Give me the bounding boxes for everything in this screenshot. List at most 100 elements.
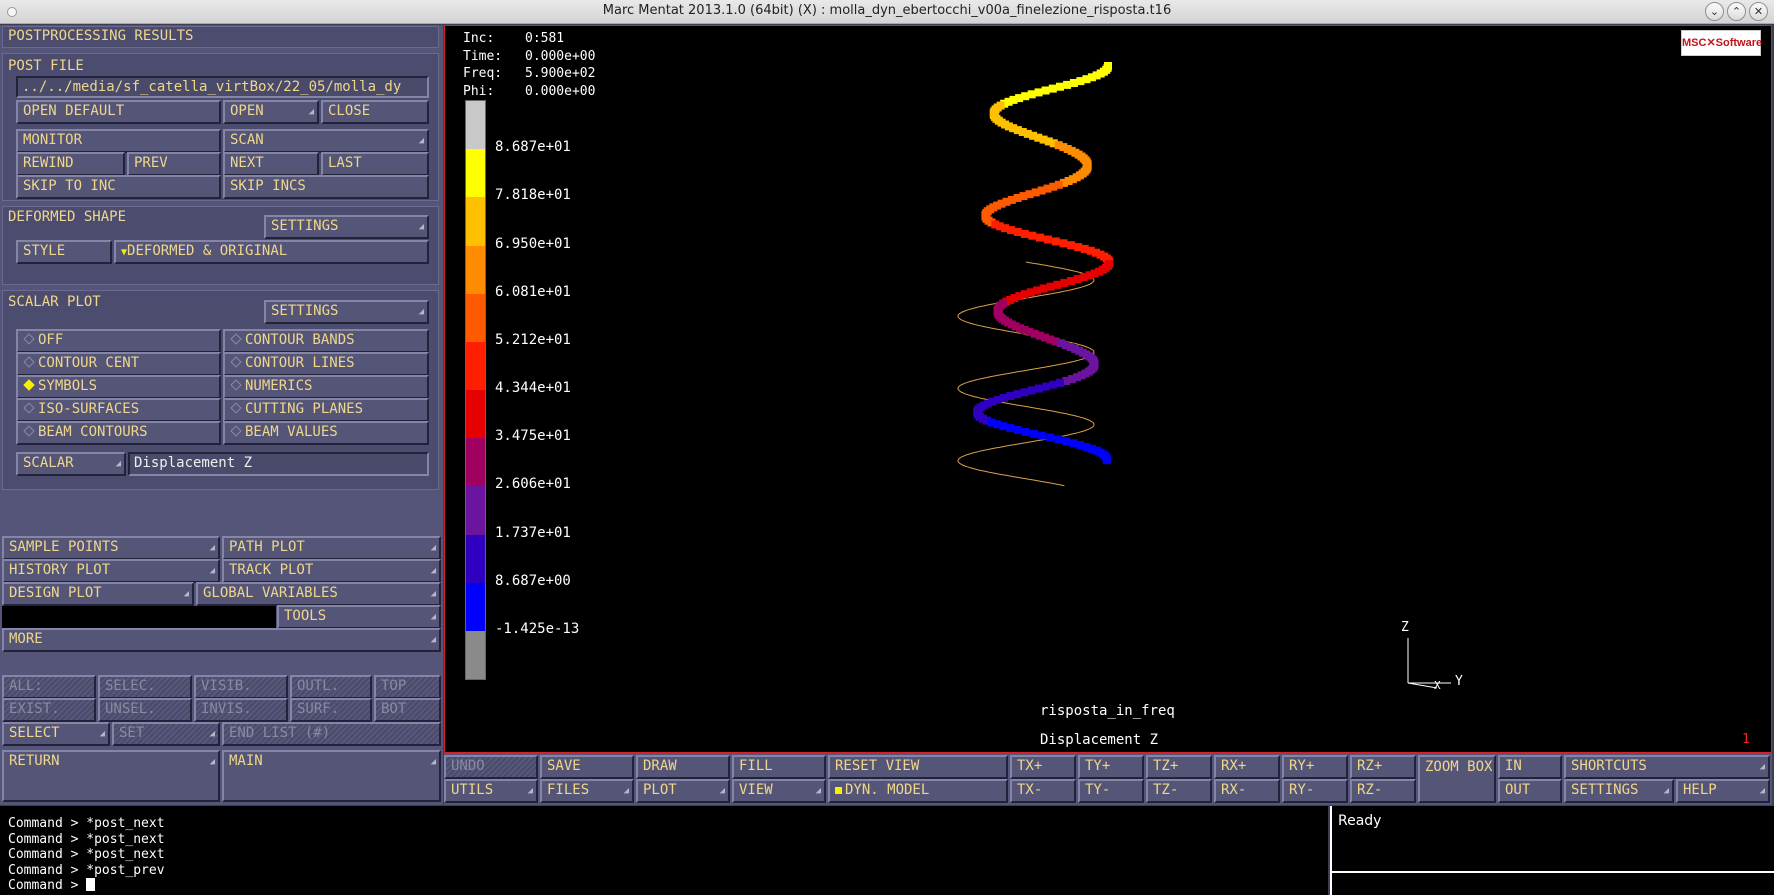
track-plot-button[interactable]: TRACK PLOT ◢ <box>222 559 441 583</box>
rx-minus-button[interactable]: RX- <box>1214 779 1280 803</box>
more-button[interactable]: MORE ◢ <box>2 628 441 652</box>
numerics-radio[interactable]: NUMERICS <box>223 375 429 399</box>
node-symbol <box>1049 380 1058 389</box>
maximize-button[interactable]: ⌃ <box>1727 2 1746 21</box>
rz-minus-button[interactable]: RZ- <box>1350 779 1416 803</box>
monitor-button[interactable]: MONITOR <box>16 129 221 153</box>
view-button[interactable]: VIEW ◢ <box>732 779 826 803</box>
iso-surfaces-radio[interactable]: ISO-SURFACES <box>16 398 221 422</box>
scalar-settings-button[interactable]: SETTINGS ◢ <box>264 300 429 324</box>
contour-cent-radio[interactable]: CONTOUR CENT <box>16 352 221 376</box>
open-button[interactable]: OPEN ◢ <box>223 100 319 124</box>
ry-minus-button[interactable]: RY- <box>1282 779 1348 803</box>
post-file-path-field[interactable]: ../../media/sf_catella_virtBox/22_05/mol… <box>16 76 429 98</box>
node-symbol <box>1063 80 1072 89</box>
node-symbol <box>1048 84 1057 93</box>
tx-minus-button[interactable]: TX- <box>1010 779 1076 803</box>
utils-button[interactable]: UTILS ◢ <box>444 779 538 803</box>
zoom-out-button[interactable]: OUT <box>1498 779 1562 803</box>
close-button[interactable]: CLOSE <box>321 100 429 124</box>
fill-button[interactable]: FILL <box>732 755 826 779</box>
select-top-button[interactable]: TOP <box>374 675 441 699</box>
ty-minus-button[interactable]: TY- <box>1078 779 1144 803</box>
select-invis-button[interactable]: INVIS. <box>194 698 288 722</box>
zoom-in-button[interactable]: IN <box>1498 755 1562 779</box>
node-symbol <box>1034 88 1043 97</box>
select-all-button[interactable]: ALL: <box>2 675 96 699</box>
style-button[interactable]: STYLE <box>16 240 112 264</box>
open-default-button[interactable]: OPEN DEFAULT <box>16 100 221 124</box>
minimize-button[interactable]: ⌄ <box>1705 2 1724 21</box>
beam-contours-label: BEAM CONTOURS <box>38 424 148 440</box>
deformed-settings-button[interactable]: SETTINGS ◢ <box>264 215 429 239</box>
contour-bands-radio[interactable]: CONTOUR BANDS <box>223 329 429 353</box>
reset-view-button[interactable]: RESET VIEW <box>828 755 1008 779</box>
ty-plus-button[interactable]: TY+ <box>1078 755 1144 779</box>
select-button[interactable]: SELECT ◢ <box>2 722 110 746</box>
select-visib-button[interactable]: VISIB. <box>194 675 288 699</box>
select-outl-button[interactable]: OUTL. <box>290 675 372 699</box>
global-variables-button[interactable]: GLOBAL VARIABLES ◢ <box>196 582 441 606</box>
prev-button[interactable]: PREV <box>127 152 221 176</box>
shortcuts-button[interactable]: SHORTCUTS ◢ <box>1564 755 1770 779</box>
last-button[interactable]: LAST <box>321 152 429 176</box>
settings-button[interactable]: SETTINGS ◢ <box>1564 779 1674 803</box>
main-button[interactable]: MAIN ◢ <box>222 750 441 802</box>
ry-plus-button[interactable]: RY+ <box>1282 755 1348 779</box>
select-outl-label: OUTL. <box>297 678 340 694</box>
rewind-button[interactable]: REWIND <box>16 152 125 176</box>
history-plot-button[interactable]: HISTORY PLOT ◢ <box>2 559 220 583</box>
symbols-radio[interactable]: SYMBOLS <box>16 375 221 399</box>
sample-points-button[interactable]: SAMPLE POINTS ◢ <box>2 536 220 560</box>
radio-icon <box>23 425 35 437</box>
scalar-button[interactable]: SCALAR ◢ <box>16 452 126 476</box>
help-button[interactable]: HELP ◢ <box>1676 779 1770 803</box>
command-history-line: Command > *post_prev <box>8 862 165 878</box>
command-console[interactable]: Command > *post_next Command > *post_nex… <box>0 806 1328 895</box>
select-selec-button[interactable]: SELEC. <box>98 675 192 699</box>
save-button[interactable]: SAVE <box>540 755 634 779</box>
beam-values-radio[interactable]: BEAM VALUES <box>223 421 429 445</box>
set-button[interactable]: SET ◢ <box>112 722 220 746</box>
select-unsel-button[interactable]: UNSEL. <box>98 698 192 722</box>
tx-minus-label: TX- <box>1017 782 1043 798</box>
skip-to-inc-button[interactable]: SKIP TO INC <box>16 175 221 199</box>
select-all-label: ALL: <box>9 678 43 694</box>
design-plot-button[interactable]: DESIGN PLOT ◢ <box>2 582 194 606</box>
set-label: SET <box>119 725 145 741</box>
graphics-viewport[interactable]: Inc: 0:581 Time: 0.000e+00 Freq: 5.900e+02 … <box>444 25 1772 753</box>
files-button[interactable]: FILES ◢ <box>540 779 634 803</box>
open-label: OPEN <box>230 103 264 119</box>
next-button[interactable]: NEXT <box>223 152 319 176</box>
scalar-value-field[interactable]: Displacement Z <box>128 452 429 476</box>
tz-plus-button[interactable]: TZ+ <box>1146 755 1212 779</box>
tx-plus-button[interactable]: TX+ <box>1010 755 1076 779</box>
style-dropdown[interactable]: ▼DEFORMED & ORIGINAL <box>114 240 429 264</box>
rz-plus-button[interactable]: RZ+ <box>1350 755 1416 779</box>
select-surf-button[interactable]: SURF. <box>290 698 372 722</box>
draw-button[interactable]: DRAW <box>636 755 730 779</box>
plot-button[interactable]: PLOT ◢ <box>636 779 730 803</box>
tz-minus-button[interactable]: TZ- <box>1146 779 1212 803</box>
cutting-planes-radio[interactable]: CUTTING PLANES <box>223 398 429 422</box>
zoom-box-button[interactable]: ZOOM BOX <box>1418 755 1496 803</box>
select-bot-button[interactable]: BOT <box>374 698 441 722</box>
command-input-line[interactable]: Command > <box>8 878 1328 894</box>
tools-button[interactable]: TOOLS ◢ <box>277 605 441 629</box>
deformed-shape-label: DEFORMED SHAPE <box>8 209 127 225</box>
scan-button[interactable]: SCAN ◢ <box>223 129 429 153</box>
rx-plus-button[interactable]: RX+ <box>1214 755 1280 779</box>
undo-button[interactable]: UNDO <box>444 755 538 779</box>
select-exist-button[interactable]: EXIST. <box>2 698 96 722</box>
shortcuts-label: SHORTCUTS <box>1571 758 1647 774</box>
off-radio[interactable]: OFF <box>16 329 221 353</box>
dyn-model-toggle[interactable]: DYN. MODEL <box>828 779 1008 803</box>
contour-lines-radio[interactable]: CONTOUR LINES <box>223 352 429 376</box>
return-button[interactable]: RETURN ◢ <box>2 750 220 802</box>
path-plot-button[interactable]: PATH PLOT ◢ <box>222 536 441 560</box>
close-window-button[interactable]: ✕ <box>1749 2 1768 21</box>
skip-incs-button[interactable]: SKIP INCS <box>223 175 429 199</box>
post-file-section: POST FILE ../../media/sf_catella_virtBox… <box>2 53 439 201</box>
end-list-button[interactable]: END LIST (#) <box>222 722 441 746</box>
beam-contours-radio[interactable]: BEAM CONTOURS <box>16 421 221 445</box>
